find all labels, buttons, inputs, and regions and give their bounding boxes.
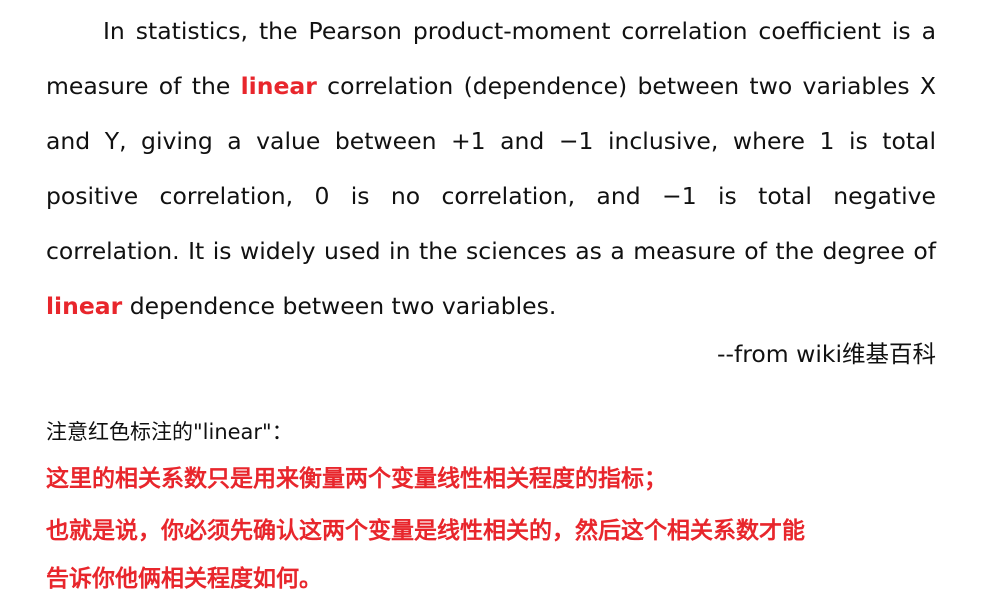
note-red-line-2: 也就是说，你必须先确认这两个变量是线性相关的，然后这个相关系数才能	[46, 518, 805, 544]
note-red-line-3: 告诉你他俩相关程度如何。	[46, 566, 322, 592]
pearson-definition-paragraph: In statistics, the Pearson product-momen…	[46, 4, 936, 334]
quote-source: --from wiki维基百科	[716, 340, 936, 368]
linear-highlight-1: linear	[240, 72, 317, 100]
note-red-line-1: 这里的相关系数只是用来衡量两个变量线性相关程度的指标；	[46, 466, 667, 492]
quote-text-part-3: dependence between two variables.	[122, 292, 557, 320]
quote-text-part-2: correlation (dependence) between two var…	[46, 72, 936, 265]
linear-highlight-2: linear	[46, 292, 123, 320]
note-intro: 注意红色标注的"linear"：	[46, 420, 293, 444]
